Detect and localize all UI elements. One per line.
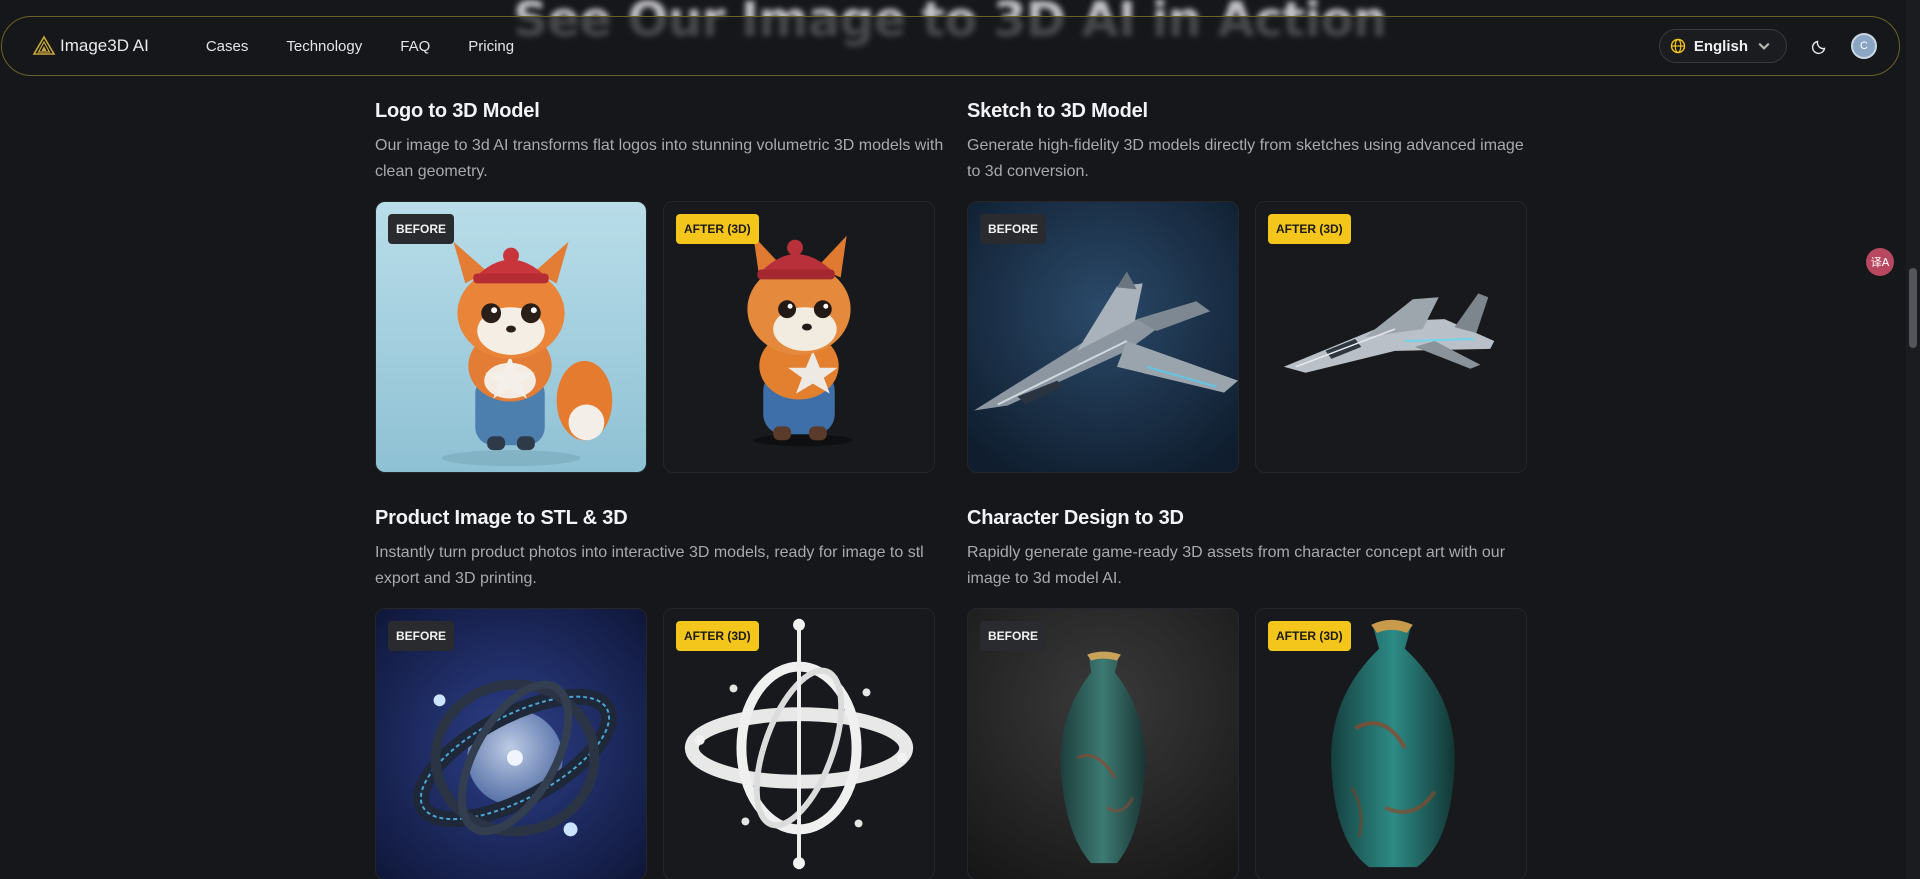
case-title: Logo to 3D Model [375, 100, 540, 122]
nav-link-faq[interactable]: FAQ [381, 38, 449, 55]
translate-icon[interactable]: 译A [1866, 248, 1894, 276]
brand-name: Image3D AI [60, 36, 149, 55]
comparison-pair: BEFORE AFTER (3D) [967, 201, 1527, 473]
after-card[interactable]: AFTER (3D) [663, 608, 935, 879]
language-label: English [1693, 37, 1748, 55]
after-badge: AFTER (3D) [1268, 214, 1351, 244]
comparison-pair: BEFORE AFTER (3D) [967, 608, 1527, 879]
case-description: Generate high-fidelity 3D models directl… [967, 137, 1524, 180]
before-badge: BEFORE [388, 621, 455, 651]
comparison-pair: BEFORE AFTER (3D) [375, 201, 935, 473]
navbar: Image3D AI Cases Technology FAQ Pricing … [1, 16, 1900, 76]
case-title: Sketch to 3D Model [967, 100, 1148, 122]
case-description: Our image to 3d AI transforms flat logos… [375, 137, 944, 180]
nav-link-technology[interactable]: Technology [267, 38, 381, 55]
before-card[interactable]: BEFORE [967, 608, 1239, 879]
before-card[interactable]: BEFORE [375, 201, 647, 473]
nav-right: English C [1658, 29, 1877, 63]
case-title: Product Image to STL & 3D [375, 507, 628, 529]
nav-link-pricing[interactable]: Pricing [449, 38, 533, 55]
case-product-to-stl: Product Image to STL & 3D Instantly turn… [375, 507, 955, 592]
scrollbar[interactable] [1906, 0, 1920, 879]
chevron-down-icon [1758, 42, 1770, 50]
user-avatar[interactable]: C [1851, 33, 1877, 59]
dark-mode-toggle-icon[interactable] [1811, 37, 1829, 55]
after-card[interactable]: AFTER (3D) [1255, 201, 1527, 473]
after-card[interactable]: AFTER (3D) [1255, 608, 1527, 879]
case-character-to-3d: Character Design to 3D Rapidly generate … [967, 507, 1547, 592]
before-card[interactable]: BEFORE [375, 608, 647, 879]
nav-links: Cases Technology FAQ Pricing [187, 38, 533, 55]
case-sketch-to-3d: Sketch to 3D Model Generate high-fidelit… [967, 100, 1547, 185]
logo-icon [32, 35, 56, 55]
case-description: Rapidly generate game-ready 3D assets fr… [967, 544, 1506, 587]
case-title: Character Design to 3D [967, 507, 1184, 529]
page: See Our Image to 3D AI in Action Image3D… [0, 0, 1920, 879]
case-description: Instantly turn product photos into inter… [375, 544, 924, 587]
nav-link-cases[interactable]: Cases [187, 38, 268, 55]
after-badge: AFTER (3D) [1268, 621, 1351, 651]
comparison-pair: BEFORE AFTER (3D) [375, 608, 935, 879]
after-badge: AFTER (3D) [676, 214, 759, 244]
before-badge: BEFORE [980, 621, 1047, 651]
brand-logo[interactable]: Image3D AI [32, 34, 149, 58]
scrollbar-thumb[interactable] [1909, 268, 1917, 348]
before-badge: BEFORE [388, 214, 455, 244]
after-card[interactable]: AFTER (3D) [663, 201, 935, 473]
language-selector[interactable]: English [1658, 29, 1787, 63]
before-badge: BEFORE [980, 214, 1047, 244]
before-card[interactable]: BEFORE [967, 201, 1239, 473]
after-badge: AFTER (3D) [676, 621, 759, 651]
case-logo-to-3d: Logo to 3D Model Our image to 3d AI tran… [375, 100, 955, 185]
globe-icon [1670, 38, 1686, 54]
